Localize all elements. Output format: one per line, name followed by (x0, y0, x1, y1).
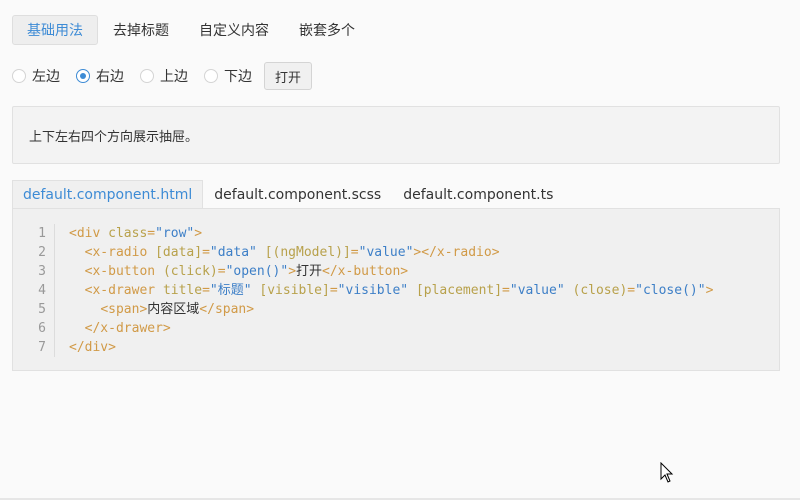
code-text: <span>内容区域</span> (69, 300, 254, 319)
description-text: 上下左右四个方向展示抽屉。 (29, 129, 199, 145)
code-token: 内容区域 (147, 302, 200, 317)
tab-ts-file[interactable]: default.component.ts (392, 180, 564, 209)
radio-label: 右边 (96, 69, 124, 85)
code-token: [data] (155, 245, 203, 260)
code-token: "close()" (635, 283, 706, 298)
code-token: <span> (100, 302, 148, 317)
code-token: "row" (155, 226, 195, 241)
code-token: "data" (209, 245, 257, 260)
code-token: class (108, 226, 148, 241)
tab-remove-title[interactable]: 去掉标题 (98, 15, 184, 45)
line-number: 4 (13, 281, 55, 300)
code-line: 2 <x-radio [data]="data" [(ngModel)]="va… (13, 243, 779, 262)
code-token: = (147, 226, 156, 241)
code-token: title (162, 283, 203, 298)
code-token: <x-radio (84, 245, 156, 260)
code-token: </x-drawer> (84, 321, 171, 336)
tab-custom-content[interactable]: 自定义内容 (184, 15, 284, 45)
code-token: "value" (358, 245, 414, 260)
open-button[interactable]: 打开 (264, 62, 313, 90)
code-line: 5 <span>内容区域</span> (13, 300, 779, 319)
code-token: > (194, 226, 203, 241)
code-token: 打开 (296, 264, 323, 279)
code-token: = (502, 283, 510, 298)
radio-circle[interactable] (204, 69, 218, 83)
code-token: "标题" (209, 283, 252, 298)
radio-circle[interactable] (12, 69, 26, 83)
demo-tabs: 基础用法 去掉标题 自定义内容 嵌套多个 (12, 14, 370, 46)
code-token: "visible" (337, 283, 409, 298)
mouse-cursor-icon (660, 462, 674, 483)
radio-label: 上边 (160, 69, 188, 85)
code-token: <x-drawer (84, 283, 163, 298)
tab-scss-file[interactable]: default.component.scss (203, 180, 392, 209)
code-text: <x-button (click)="open()">打开</x-button> (69, 262, 408, 281)
code-token: = (627, 283, 636, 298)
code-token: ></x-radio> (413, 245, 500, 260)
line-number: 3 (13, 262, 55, 281)
radio-circle-checked[interactable] (76, 69, 90, 83)
line-number: 5 (13, 300, 55, 319)
radio-top[interactable]: 上边 (140, 66, 188, 86)
code-token: = (350, 245, 359, 260)
code-token: </span> (199, 302, 255, 317)
code-token: [visible] (259, 283, 330, 298)
code-token: <div (69, 226, 109, 241)
code-text: <x-radio [data]="data" [(ngModel)]="valu… (69, 243, 500, 262)
code-token: (click) (162, 264, 218, 279)
code-token: > (705, 283, 714, 298)
code-token: "open()" (225, 264, 289, 279)
code-token: = (329, 283, 338, 298)
code-token: </div> (69, 340, 116, 355)
radio-label: 左边 (32, 69, 60, 85)
code-token: = (202, 245, 210, 260)
code-line: 3 <x-button (click)="open()">打开</x-butto… (13, 262, 779, 281)
code-token: <x-button (84, 264, 163, 279)
code-token: > (288, 264, 297, 279)
code-line: 4 <x-drawer title="标题" [visible]="visibl… (13, 281, 779, 300)
placement-radio-group: 左边 右边 上边 下边 打开 (12, 62, 313, 90)
radio-right[interactable]: 右边 (76, 66, 124, 86)
radio-bottom[interactable]: 下边 (204, 66, 252, 86)
code-token: "value" (509, 283, 565, 298)
code-viewer: 1 <div class="row"> 2 <x-radio [data]="dat… (12, 208, 780, 371)
code-token: [(ngModel)] (264, 245, 351, 260)
code-text: </x-drawer> (69, 319, 171, 338)
tab-html-file[interactable]: default.component.html (12, 180, 204, 209)
code-line: 7 </div> (13, 338, 779, 357)
code-token: = (217, 264, 226, 279)
code-token: [placement] (415, 283, 503, 298)
tab-nested-multiple[interactable]: 嵌套多个 (284, 15, 370, 45)
radio-circle[interactable] (140, 69, 154, 83)
line-number: 2 (13, 243, 55, 262)
code-token: (close) (572, 283, 628, 298)
code-line: 1 <div class="row"> (13, 224, 779, 243)
tab-basic-usage[interactable]: 基础用法 (12, 15, 98, 45)
radio-label: 下边 (224, 69, 252, 85)
radio-left[interactable]: 左边 (12, 66, 60, 86)
code-text: </div> (69, 338, 116, 357)
line-number: 6 (13, 319, 55, 338)
line-number: 7 (13, 338, 55, 357)
code-file-tabs: default.component.html default.component… (12, 179, 564, 209)
code-text: <div class="row"> (69, 224, 202, 243)
line-number: 1 (13, 224, 55, 243)
code-token: = (202, 283, 210, 298)
code-token: </x-button> (322, 264, 409, 279)
description-box: 上下左右四个方向展示抽屉。 (12, 106, 780, 164)
code-line: 6 </x-drawer> (13, 319, 779, 338)
code-text: <x-drawer title="标题" [visible]="visible"… (69, 281, 714, 300)
